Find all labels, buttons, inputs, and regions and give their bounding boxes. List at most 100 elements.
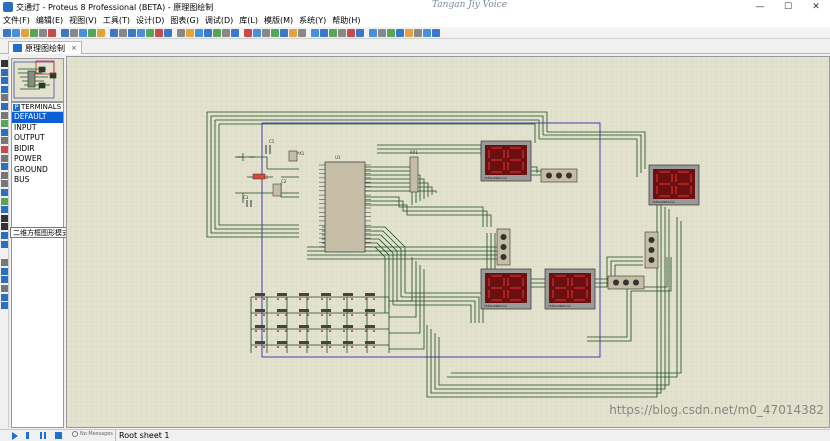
terminal-output[interactable]: OUTPUT [12, 133, 63, 144]
mode-tool-icon[interactable] [1, 197, 8, 205]
menu-template[interactable]: 模版(M) [264, 15, 293, 26]
step-button[interactable] [26, 432, 32, 439]
toolbar-button-icon[interactable] [79, 28, 87, 37]
toolbar-button-icon[interactable] [213, 28, 221, 37]
mode-tool-icon[interactable] [1, 267, 8, 275]
mode-tool-icon[interactable] [1, 293, 8, 301]
toolbar-button-icon[interactable] [137, 28, 145, 37]
mode-tool-icon[interactable] [1, 103, 8, 110]
toolbar-button-icon[interactable] [97, 28, 105, 37]
tab-close-icon[interactable]: × [71, 44, 77, 52]
terminal-input[interactable]: INPUT [12, 123, 63, 134]
toolbar-button-icon[interactable] [30, 28, 38, 37]
toolbar-button-icon[interactable] [177, 28, 185, 37]
terminal-power[interactable]: POWER [12, 154, 63, 165]
mode-tool-icon[interactable] [1, 302, 8, 310]
menu-design[interactable]: 设计(D) [136, 15, 164, 26]
mode-tool-icon[interactable] [1, 60, 8, 67]
schematic-drawing[interactable]: C1 C3 R1 X1 C2 U1 RP1 7SEG-MPX2-CA 7SEG-… [67, 57, 830, 428]
mode-tool-icon[interactable] [1, 68, 8, 76]
mode-tool-icon[interactable] [1, 180, 8, 188]
toolbar-button-icon[interactable] [186, 28, 194, 37]
toolbar-button-icon[interactable] [204, 28, 212, 37]
toolbar-button-icon[interactable] [280, 28, 288, 37]
toolbar-button-icon[interactable] [231, 28, 239, 37]
mode-tool-icon[interactable] [1, 111, 8, 119]
toolbar-button-icon[interactable] [164, 28, 172, 37]
toolbar-button-icon[interactable] [222, 28, 230, 37]
toolbar-button-icon[interactable] [405, 28, 413, 37]
pause-button[interactable] [40, 432, 46, 439]
mode-tool-icon[interactable] [1, 259, 8, 267]
toolbar-button-icon[interactable] [298, 28, 306, 37]
toolbar-button-icon[interactable] [338, 28, 346, 37]
maximize-button[interactable]: ☐ [774, 0, 802, 14]
mode-tool-icon[interactable] [1, 276, 8, 284]
mode-tool-icon[interactable] [1, 232, 8, 239]
menu-debug[interactable]: 调试(D) [205, 15, 233, 26]
menu-graph[interactable]: 图表(G) [170, 15, 198, 26]
toolbar-button-icon[interactable] [12, 28, 20, 37]
menu-file[interactable]: 文件(F) [3, 15, 30, 26]
toolbar-button-icon[interactable] [387, 28, 395, 37]
toolbar-button-icon[interactable] [289, 28, 297, 37]
mode-tool-icon[interactable] [1, 206, 8, 214]
mode-tool-icon[interactable] [1, 137, 8, 145]
toolbar-button-icon[interactable] [347, 28, 355, 37]
menu-library[interactable]: 库(L) [239, 15, 258, 26]
toolbar-button-icon[interactable] [396, 28, 404, 37]
toolbar-button-icon[interactable] [423, 28, 431, 37]
toolbar-button-icon[interactable] [271, 28, 279, 37]
close-window-button[interactable]: ✕ [802, 0, 830, 14]
toolbar-button-icon[interactable] [369, 28, 377, 37]
toolbar-button-icon[interactable] [253, 28, 261, 37]
minimize-button[interactable]: — [746, 0, 774, 14]
mode-tool-icon[interactable] [1, 128, 8, 136]
overview-window[interactable] [11, 58, 64, 102]
toolbar-button-icon[interactable] [262, 28, 270, 37]
mode-tool-icon[interactable] [1, 214, 8, 222]
toolbar-button-icon[interactable] [88, 28, 96, 37]
tab-schematic[interactable]: 原理图绘制 × [8, 41, 82, 54]
terminal-ground[interactable]: GROUND [12, 165, 63, 176]
toolbar-button-icon[interactable] [48, 28, 56, 37]
toolbar-button-icon[interactable] [146, 28, 154, 37]
toolbar-button-icon[interactable] [244, 28, 252, 37]
toolbar-button-icon[interactable] [378, 28, 386, 37]
toolbar-button-icon[interactable] [356, 28, 364, 37]
run-simulation-button[interactable] [12, 432, 18, 440]
toolbar-button-icon[interactable] [311, 28, 319, 37]
menu-system[interactable]: 系统(Y) [299, 15, 326, 26]
terminal-bidir[interactable]: BIDIR [12, 144, 63, 155]
toolbar-button-icon[interactable] [329, 28, 337, 37]
mode-tool-icon[interactable] [1, 146, 8, 153]
mode-tool-icon[interactable] [1, 189, 8, 196]
pick-device-button[interactable]: P [13, 103, 20, 111]
mode-tool-icon[interactable] [1, 94, 8, 102]
menu-tools[interactable]: 工具(T) [103, 15, 130, 26]
toolbar-button-icon[interactable] [3, 28, 11, 37]
toolbar-button-icon[interactable] [432, 28, 440, 37]
mode-tool-icon[interactable] [1, 85, 8, 93]
menu-help[interactable]: 帮助(H) [332, 15, 360, 26]
toolbar-button-icon[interactable] [39, 28, 47, 37]
stop-button[interactable] [55, 432, 62, 439]
toolbar-button-icon[interactable] [155, 28, 163, 37]
mode-tool-icon[interactable] [1, 77, 8, 85]
menu-edit[interactable]: 编辑(E) [36, 15, 63, 26]
mode-tool-icon[interactable] [1, 163, 8, 171]
toolbar-button-icon[interactable] [320, 28, 328, 37]
toolbar-button-icon[interactable] [119, 28, 127, 37]
toolbar-button-icon[interactable] [195, 28, 203, 37]
mode-tool-icon[interactable] [1, 223, 8, 231]
toolbar-button-icon[interactable] [61, 28, 69, 37]
mode-tool-icon[interactable] [1, 285, 8, 292]
toolbar-button-icon[interactable] [414, 28, 422, 37]
toolbar-button-icon[interactable] [110, 28, 118, 37]
mode-tool-icon[interactable] [1, 154, 8, 162]
mode-tool-icon[interactable] [1, 240, 8, 248]
messages-indicator[interactable]: No Messages [72, 431, 113, 437]
toolbar-button-icon[interactable] [21, 28, 29, 37]
mode-tool-icon[interactable] [1, 120, 8, 128]
menu-view[interactable]: 视图(V) [69, 15, 97, 26]
